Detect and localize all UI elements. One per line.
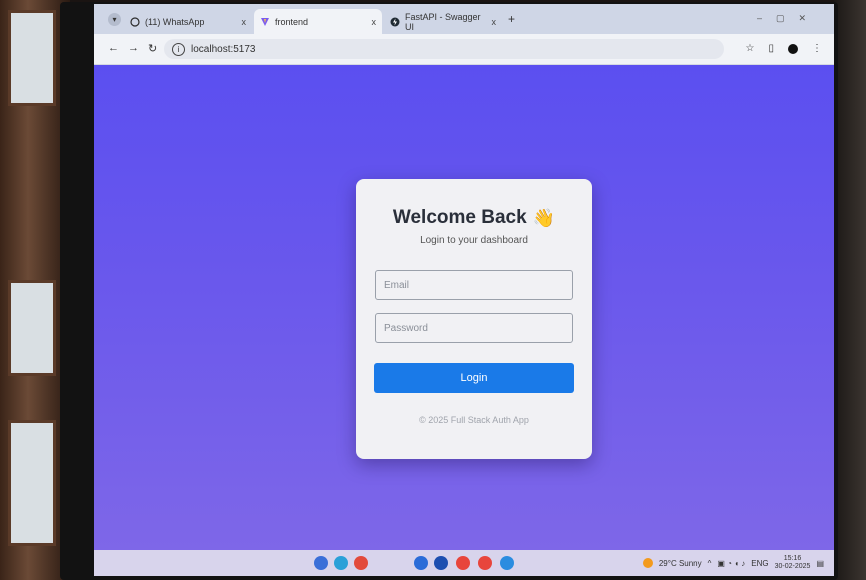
email-field[interactable] [375,270,573,300]
tray-icons[interactable]: ▣ ◔ ◖ ♪ [717,559,745,568]
whatsapp-icon [130,16,140,27]
login-title-text: Welcome Back [392,207,527,228]
reload-icon[interactable]: ↻ [148,42,157,55]
room-window-top [8,10,56,106]
login-card: Welcome Back 👋 Login to your dashboard L… [356,179,592,459]
taskbar-clock[interactable]: 15:16 30-02-2025 [775,555,811,571]
tab-label: frontend [275,16,309,27]
back-arrow-icon[interactable]: ← [108,42,119,54]
browser-address-bar: ← → ↻ i localhost:5173 ☆ ▯ ⋮ [94,34,834,65]
weather-text[interactable]: 29°C Sunny [659,559,702,568]
clock-date: 30-02-2025 [774,563,811,570]
close-tab-icon[interactable]: x [492,17,497,27]
extensions-icon[interactable]: ▯ [768,43,774,54]
windows-taskbar: 29°C Sunny ^ ▣ ◔ ◖ ♪ ENG 15:16 30-02-202… [94,550,834,576]
vscode-taskbar-icon[interactable] [500,556,514,570]
taskbar-app-icon[interactable] [414,556,428,570]
taskbar-app-icon[interactable] [334,556,348,570]
window-controls[interactable]: –▢✕ [757,13,820,24]
monitor-screen: ▾ (11) WhatsApp x frontend x FastAPI - S… [94,4,834,576]
system-tray: 29°C Sunny ^ ▣ ◔ ◖ ♪ ENG 15:16 30-02-202… [642,555,824,571]
url-omnibox[interactable]: i localhost:5173 [164,39,724,59]
browser-menu-icon[interactable]: ⋮ [812,43,822,54]
waving-hand-icon: 👋 [532,207,556,228]
browser-tab-bar: ▾ (11) WhatsApp x frontend x FastAPI - S… [94,4,834,34]
tab-fastapi[interactable]: FastAPI - Swagger UI x [384,9,502,34]
taskbar-app-icon[interactable] [434,556,448,570]
notification-icon[interactable]: ▤ [816,559,824,568]
url-text: localhost:5173 [191,43,256,55]
weather-sun-icon [642,558,653,568]
bookmark-star-icon[interactable]: ☆ [746,43,755,54]
tab-search-chevron-icon[interactable]: ▾ [108,13,121,26]
vite-icon [260,17,270,27]
close-tab-icon[interactable]: x [372,17,377,27]
tab-label: FastAPI - Swagger UI [405,11,481,32]
tab-whatsapp[interactable]: (11) WhatsApp x [124,9,252,34]
tray-chevron-icon[interactable]: ^ [708,559,712,568]
forward-arrow-icon[interactable]: → [128,42,139,54]
chrome-taskbar-icon[interactable] [478,556,492,570]
browser-toolbar-icons: ☆ ▯ ⋮ [746,43,822,54]
tab-label: (11) WhatsApp [145,16,205,27]
password-field[interactable] [375,313,573,343]
room-window-bottom [8,420,56,546]
fastapi-icon [390,17,400,27]
taskbar-app-icon[interactable] [354,556,368,570]
photo-room-right [834,0,866,580]
login-subtitle: Login to your dashboard [420,235,528,246]
close-tab-icon[interactable]: x [242,17,247,27]
room-window-middle [8,280,56,376]
login-footer: © 2025 Full Stack Auth App [419,415,529,425]
login-page-background: Welcome Back 👋 Login to your dashboard L… [94,65,834,550]
site-info-icon[interactable]: i [172,42,185,56]
login-button[interactable]: Login [374,363,574,393]
language-indicator[interactable]: ENG [751,559,768,568]
new-tab-button[interactable]: + [508,12,515,26]
taskbar-app-icon[interactable] [314,556,328,570]
tab-frontend[interactable]: frontend x [254,9,382,34]
clock-time: 15:16 [783,555,802,562]
chrome-taskbar-icon[interactable] [456,556,470,570]
login-title: Welcome Back 👋 [356,207,592,229]
profile-avatar-icon[interactable] [788,43,798,54]
